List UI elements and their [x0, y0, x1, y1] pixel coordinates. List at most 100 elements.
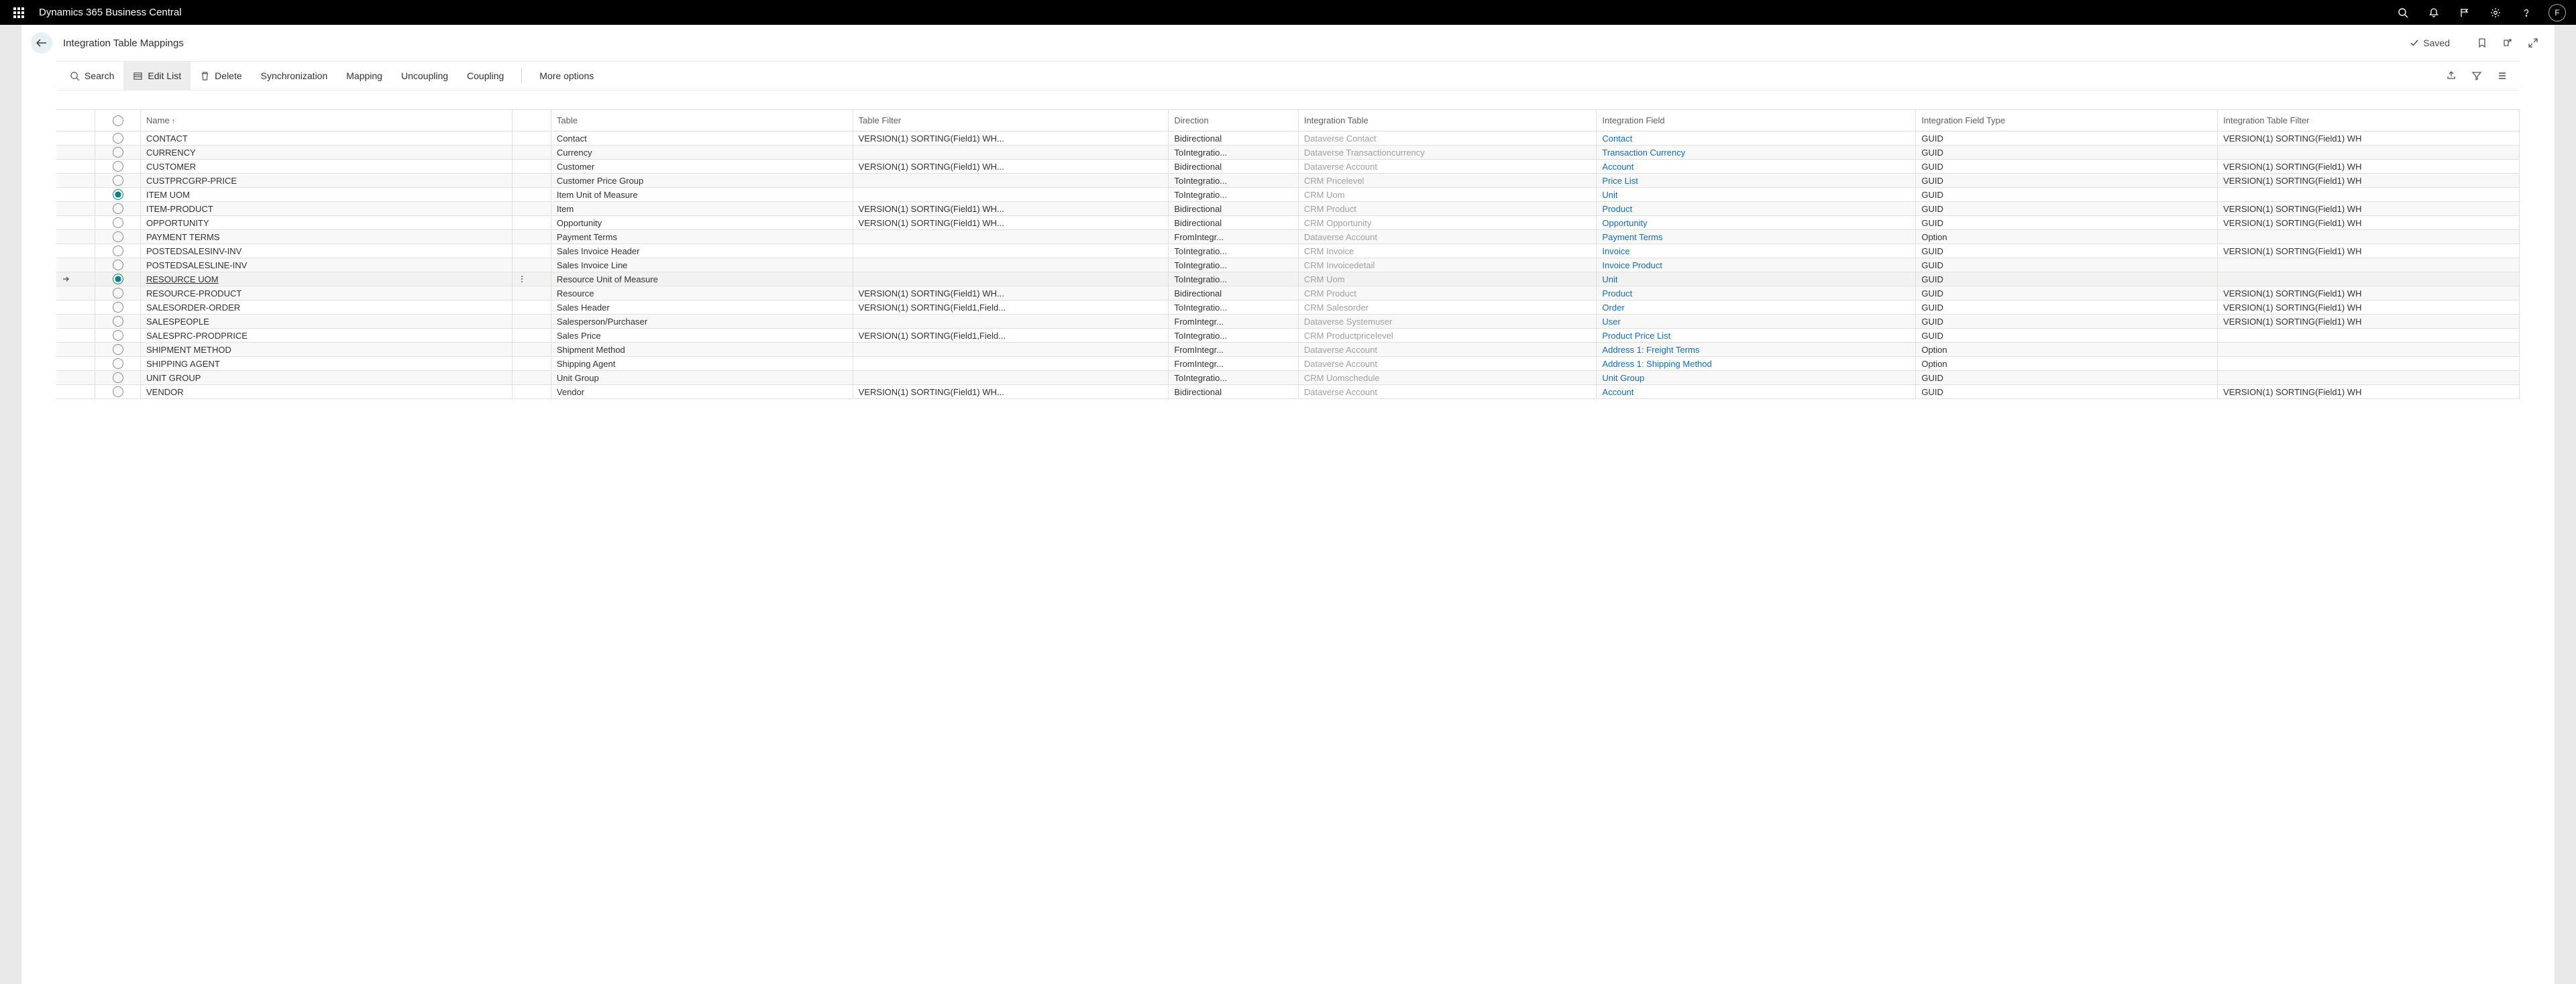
row-table-filter[interactable]: VERSION(1) SORTING(Field1) WH... [853, 216, 1169, 230]
row-direction[interactable]: FromIntegr... [1169, 230, 1299, 244]
row-select[interactable] [95, 258, 141, 272]
row-table-filter[interactable]: VERSION(1) SORTING(Field1,Field... [853, 329, 1169, 343]
table-row[interactable]: ITEM UOMItem Unit of MeasureToIntegratio… [56, 188, 2520, 202]
row-integration-field[interactable]: Address 1: Freight Terms [1597, 343, 1916, 357]
row-menu[interactable] [513, 230, 551, 244]
row-direction[interactable]: Bidirectional [1169, 160, 1299, 174]
row-direction[interactable]: ToIntegratio... [1169, 174, 1299, 188]
coupling-action[interactable]: Coupling [458, 62, 513, 90]
table-row[interactable]: CUSTOMERCustomerVERSION(1) SORTING(Field… [56, 160, 2520, 174]
row-integration-table-filter[interactable] [2218, 188, 2520, 202]
row-select[interactable] [95, 216, 141, 230]
sync-action[interactable]: Synchronization [252, 62, 337, 90]
edit-list-action[interactable]: Edit List [123, 62, 191, 90]
row-menu[interactable] [513, 146, 551, 160]
row-table-filter[interactable] [853, 258, 1169, 272]
row-menu[interactable] [513, 244, 551, 258]
table-row[interactable]: UNIT GROUPUnit GroupToIntegratio...CRM U… [56, 371, 2520, 385]
row-integration-table-filter[interactable]: VERSION(1) SORTING(Field1) WH [2218, 174, 2520, 188]
row-select[interactable] [95, 230, 141, 244]
open-new-icon[interactable] [2502, 38, 2513, 48]
col-name[interactable]: Name [141, 110, 513, 131]
row-integration-field[interactable]: Address 1: Shipping Method [1597, 357, 1916, 371]
row-table-filter[interactable] [853, 188, 1169, 202]
row-integration-field[interactable]: Invoice Product [1597, 258, 1916, 272]
row-select[interactable] [95, 329, 141, 343]
mapping-action[interactable]: Mapping [337, 62, 392, 90]
row-name[interactable]: ITEM-PRODUCT [141, 202, 513, 216]
row-menu[interactable] [513, 343, 551, 357]
row-menu[interactable] [513, 300, 551, 315]
row-name[interactable]: CONTACT [141, 131, 513, 146]
row-menu[interactable] [513, 315, 551, 329]
row-integration-table-filter[interactable]: VERSION(1) SORTING(Field1) WH [2218, 244, 2520, 258]
row-integration-table-filter[interactable] [2218, 272, 2520, 286]
table-row[interactable]: PAYMENT TERMSPayment TermsFromIntegr...D… [56, 230, 2520, 244]
filter-icon[interactable] [2471, 70, 2482, 81]
col-integration-table-filter[interactable]: Integration Table Filter [2218, 110, 2520, 131]
collapse-icon[interactable] [2528, 38, 2538, 48]
row-table-filter[interactable] [853, 174, 1169, 188]
search-action[interactable]: Search [60, 62, 123, 90]
table-row[interactable]: CONTACT Contact VERSION(1) SORTING(Field1)… [56, 131, 2520, 146]
col-integration-table[interactable]: Integration Table [1298, 110, 1597, 131]
col-direction[interactable]: Direction [1169, 110, 1299, 131]
more-options-action[interactable]: More options [530, 62, 603, 90]
row-direction[interactable]: Bidirectional [1169, 131, 1299, 146]
row-integration-table-filter[interactable]: VERSION(1) SORTING(Field1) WH [2218, 160, 2520, 174]
row-direction[interactable]: FromIntegr... [1169, 357, 1299, 371]
row-integration-field[interactable]: Account [1597, 385, 1916, 399]
row-name[interactable]: OPPORTUNITY [141, 216, 513, 230]
table-row[interactable]: VENDORVendorVERSION(1) SORTING(Field1) W… [56, 385, 2520, 399]
delete-action[interactable]: Delete [191, 62, 251, 90]
row-name[interactable]: VENDOR [141, 385, 513, 399]
row-integration-field[interactable]: Unit Group [1597, 371, 1916, 385]
row-name[interactable]: PAYMENT TERMS [141, 230, 513, 244]
row-select[interactable] [95, 385, 141, 399]
row-integration-field[interactable]: Unit [1597, 188, 1916, 202]
row-table-filter[interactable]: VERSION(1) SORTING(Field1,Field... [853, 300, 1169, 315]
row-name[interactable]: SALESPEOPLE [141, 315, 513, 329]
row-integration-table-filter[interactable] [2218, 343, 2520, 357]
row-table-filter[interactable] [853, 315, 1169, 329]
row-select[interactable] [95, 357, 141, 371]
row-integration-field[interactable]: Contact [1597, 131, 1916, 146]
row-direction[interactable]: Bidirectional [1169, 286, 1299, 300]
row-integration-table-filter[interactable]: VERSION(1) SORTING(Field1) WH [2218, 202, 2520, 216]
row-table-filter[interactable] [853, 371, 1169, 385]
row-integration-table-filter[interactable] [2218, 329, 2520, 343]
row-menu[interactable] [513, 188, 551, 202]
row-direction[interactable]: Bidirectional [1169, 216, 1299, 230]
row-select[interactable] [95, 146, 141, 160]
row-direction[interactable]: Bidirectional [1169, 202, 1299, 216]
row-menu[interactable] [513, 160, 551, 174]
row-name[interactable]: ITEM UOM [141, 188, 513, 202]
bell-icon[interactable] [2423, 2, 2445, 23]
row-table-filter[interactable]: VERSION(1) SORTING(Field1) WH... [853, 202, 1169, 216]
table-row[interactable]: RESOURCE UOMResource Unit of MeasureToIn… [56, 272, 2520, 286]
row-table-filter[interactable]: VERSION(1) SORTING(Field1) WH... [853, 385, 1169, 399]
row-integration-table-filter[interactable]: VERSION(1) SORTING(Field1) WH [2218, 131, 2520, 146]
row-name[interactable]: UNIT GROUP [141, 371, 513, 385]
row-integration-field[interactable]: Payment Terms [1597, 230, 1916, 244]
row-integration-field[interactable]: Invoice [1597, 244, 1916, 258]
row-menu[interactable] [513, 286, 551, 300]
row-menu[interactable] [513, 216, 551, 230]
help-icon[interactable] [2516, 2, 2537, 23]
app-launcher-icon[interactable] [8, 2, 30, 23]
flag-icon[interactable] [2454, 2, 2475, 23]
row-table-filter[interactable]: VERSION(1) SORTING(Field1) WH... [853, 160, 1169, 174]
row-integration-field[interactable]: Price List [1597, 174, 1916, 188]
row-menu[interactable] [513, 131, 551, 146]
row-table-filter[interactable]: VERSION(1) SORTING(Field1) WH... [853, 131, 1169, 146]
col-table[interactable]: Table [551, 110, 853, 131]
row-select[interactable] [95, 272, 141, 286]
row-select[interactable] [95, 131, 141, 146]
row-integration-field[interactable]: Unit [1597, 272, 1916, 286]
row-name[interactable]: CUSTOMER [141, 160, 513, 174]
row-menu[interactable] [513, 329, 551, 343]
table-row[interactable]: SHIPMENT METHODShipment MethodFromIntegr… [56, 343, 2520, 357]
row-direction[interactable]: ToIntegratio... [1169, 329, 1299, 343]
list-icon[interactable] [2497, 70, 2508, 81]
row-direction[interactable]: ToIntegratio... [1169, 371, 1299, 385]
